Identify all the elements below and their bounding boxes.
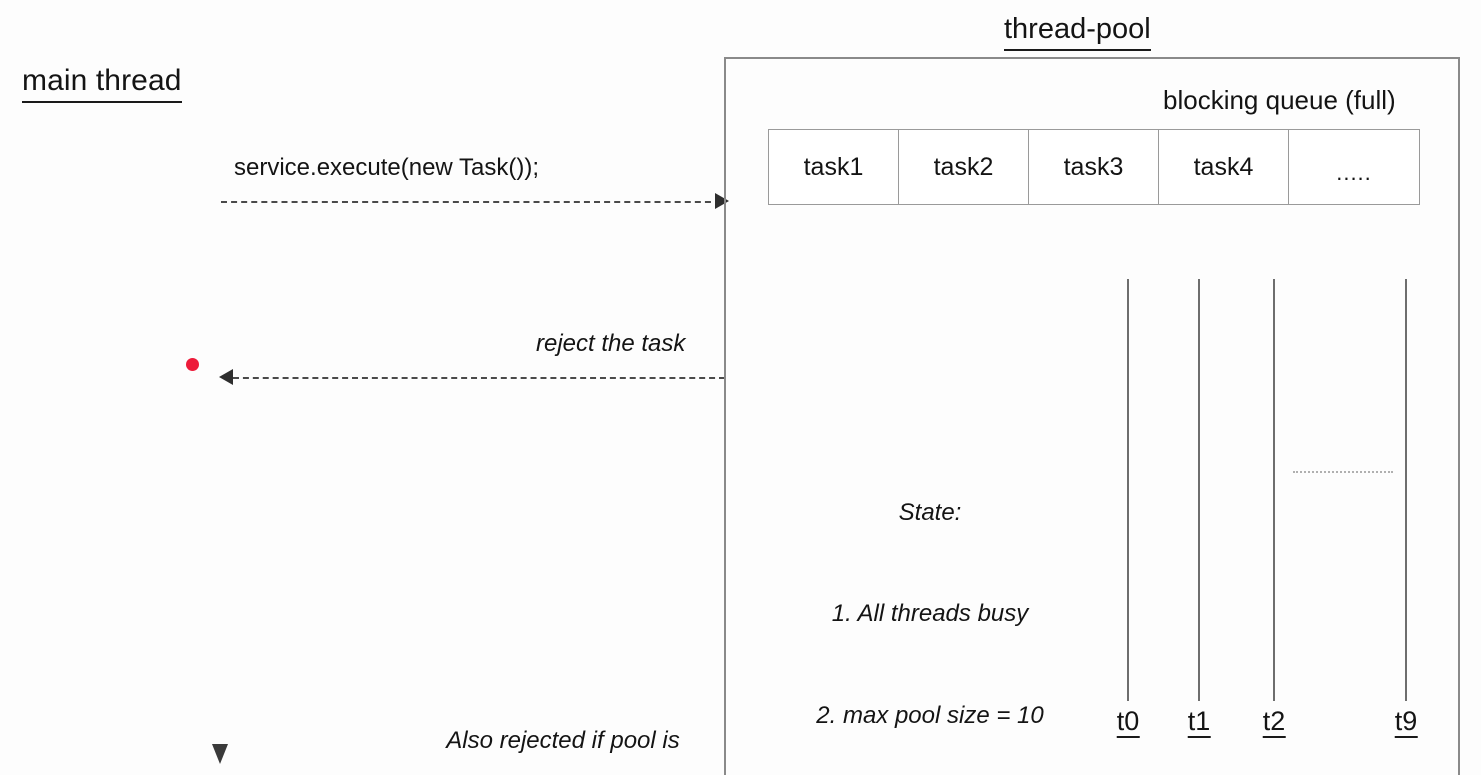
blocking-queue: task1 task2 task3 task4 .....	[768, 129, 1420, 205]
queue-cell: task3	[1029, 130, 1159, 204]
worker-threads-ellipsis	[1293, 471, 1393, 473]
worker-thread-label-t9: t9	[1394, 707, 1418, 739]
reject-message-label: reject the task	[536, 330, 686, 357]
main-thread-lifeline-arrowhead	[212, 744, 228, 764]
pool-state-line-2: 2. max pool size = 10	[816, 701, 1044, 729]
reject-message-arrowhead	[219, 369, 233, 385]
worker-thread-label-t0: t0	[1116, 707, 1140, 739]
queue-cell: task4	[1159, 130, 1289, 204]
rejection-note-line-1: Also rejected if pool is	[446, 726, 680, 754]
queue-cell-overflow: .....	[1336, 160, 1372, 185]
worker-thread-line-t9	[1405, 279, 1407, 701]
main-thread-label: main thread	[22, 62, 182, 104]
pool-state-block: State: 1. All threads busy 2. max pool s…	[760, 428, 1100, 775]
diagram-canvas: main thread service.execute(new Task());…	[0, 0, 1481, 775]
worker-thread-line-t2	[1273, 279, 1275, 701]
reject-message-arrow	[233, 377, 725, 379]
rejection-note: Also rejected if pool is shutdown and ta…	[398, 656, 728, 775]
queue-cell: task1	[769, 130, 899, 204]
rejection-point-marker	[186, 358, 199, 371]
worker-thread-label-t2: t2	[1262, 707, 1286, 739]
worker-thread-label-t1: t1	[1187, 707, 1211, 739]
worker-thread-line-t1	[1198, 279, 1200, 701]
execute-message-label: service.execute(new Task());	[234, 154, 539, 181]
pool-state-line-1: 1. All threads busy	[831, 600, 1029, 628]
thread-pool-title: thread-pool	[1004, 11, 1151, 52]
queue-cell: task2	[899, 130, 1029, 204]
pool-state-heading: State:	[898, 498, 962, 526]
execute-message-arrow	[221, 201, 721, 203]
blocking-queue-label: blocking queue (full)	[1163, 85, 1396, 115]
worker-thread-line-t0	[1127, 279, 1129, 701]
